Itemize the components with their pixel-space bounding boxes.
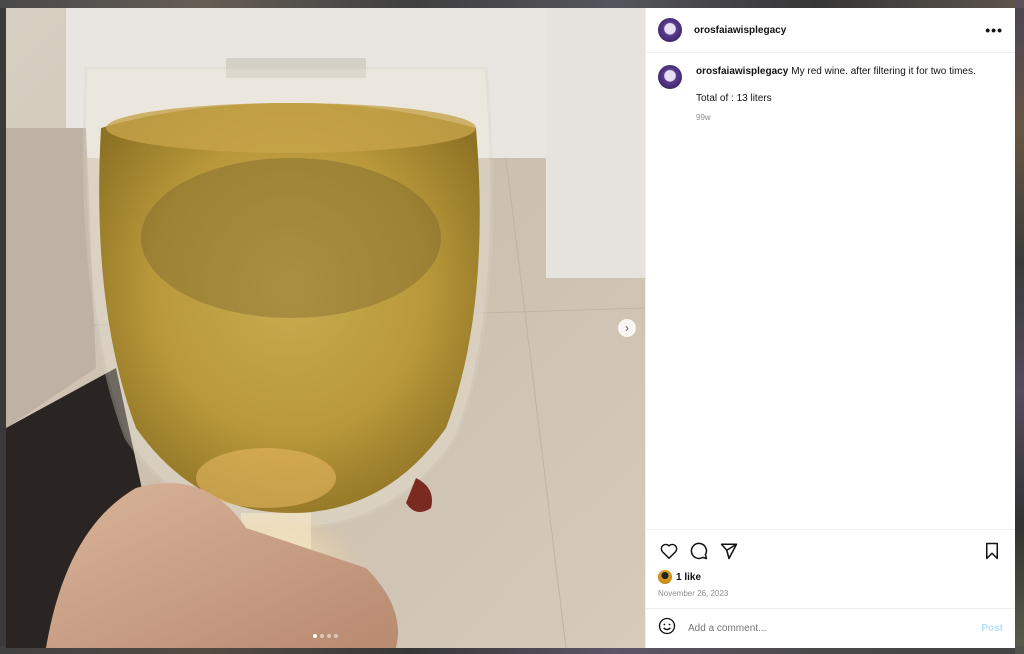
emoji-icon[interactable]	[658, 617, 676, 640]
comments-section[interactable]: orosfaiawisplegacy My red wine. after fil…	[646, 53, 1015, 529]
action-icons	[658, 540, 1003, 562]
carousel-dots	[6, 634, 645, 638]
caption-username[interactable]: orosfaiawisplegacy	[696, 66, 788, 77]
comment-input[interactable]	[688, 623, 982, 634]
backdrop-tile	[0, 0, 1024, 8]
post-header: orosfaiawisplegacy •••	[646, 8, 1015, 53]
post-image[interactable]: ›	[6, 8, 645, 648]
carousel-dot	[313, 634, 317, 638]
caption: orosfaiawisplegacy My red wine. after fil…	[658, 65, 1003, 124]
carousel-dot	[327, 634, 331, 638]
caption-text: My red wine. after filtering it for two …	[791, 66, 976, 77]
backdrop-tile	[1015, 0, 1024, 654]
carousel-dot	[334, 634, 338, 638]
caption-text-line2: Total of : 13 liters	[696, 93, 772, 104]
more-options-icon[interactable]: •••	[985, 22, 1003, 38]
bookmark-icon[interactable]	[981, 540, 1003, 562]
chevron-right-icon: ›	[625, 321, 629, 335]
likes-count[interactable]: 1 like	[676, 572, 701, 583]
post-comment-button[interactable]: Post	[981, 623, 1003, 634]
caption-time-ago[interactable]: 99w	[696, 111, 976, 124]
action-bar: 1 like November 26, 2023	[646, 529, 1015, 608]
caption-body: orosfaiawisplegacy My red wine. after fil…	[696, 65, 976, 124]
wine-glass-photo	[6, 8, 645, 648]
share-icon[interactable]	[718, 540, 740, 562]
add-comment-bar: Post	[646, 608, 1015, 648]
heart-icon[interactable]	[658, 540, 680, 562]
avatar[interactable]	[658, 18, 682, 42]
comment-icon[interactable]	[688, 540, 710, 562]
post-modal: › orosfaiawisplegacy ••• orosfaiawispleg…	[6, 8, 1015, 648]
next-image-button[interactable]: ›	[618, 319, 636, 337]
post-side-panel: orosfaiawisplegacy ••• orosfaiawisplegac…	[645, 8, 1015, 648]
author-username[interactable]: orosfaiawisplegacy	[694, 25, 786, 36]
carousel-dot	[320, 634, 324, 638]
avatar[interactable]	[658, 65, 682, 89]
post-date[interactable]: November 26, 2023	[658, 589, 1003, 608]
likes-row: 1 like	[658, 570, 1003, 584]
liker-avatar[interactable]	[658, 570, 672, 584]
